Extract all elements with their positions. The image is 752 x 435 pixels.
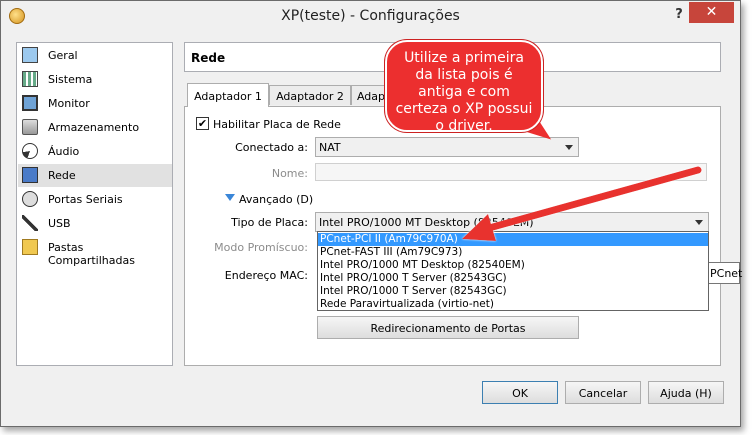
sidebar-item-monitor[interactable]: Monitor xyxy=(18,92,172,115)
dropdown-option[interactable]: PCnet-FAST III (Am79C973) xyxy=(318,246,708,259)
dropdown-option-label: Rede Paravirtualizada (virtio-net) xyxy=(320,298,494,310)
attached-to-label: Conectado a: xyxy=(235,141,308,154)
sidebar-item-label: Geral xyxy=(48,49,78,62)
dropdown-option-label: Intel PRO/1000 T Server (82543GC) xyxy=(320,285,507,297)
advanced-toggle-label[interactable]: Avançado (D) xyxy=(239,193,313,206)
chevron-down-icon xyxy=(695,220,703,225)
dropdown-option-label: PCnet-PCI II (Am79C970A) xyxy=(320,233,458,245)
sidebar-item-label: Armazenamento xyxy=(48,121,140,134)
sidebar-item-label: USB xyxy=(48,217,71,230)
enable-adapter-checkbox[interactable]: ✔ xyxy=(196,117,209,130)
general-icon xyxy=(22,47,38,63)
tab-adaptador-2[interactable]: Adaptador 2 xyxy=(269,85,351,105)
dropdown-option[interactable]: Intel PRO/1000 T Server (82543GC) xyxy=(318,285,708,298)
sidebar-item-sistema[interactable]: Sistema xyxy=(18,68,172,91)
annotation-callout: Utilize a primeira da lista pois é antig… xyxy=(385,40,543,134)
sidebar-item-label: Rede xyxy=(48,169,76,182)
tab-adaptador-1[interactable]: Adaptador 1 xyxy=(187,83,269,107)
section-title: Rede xyxy=(191,51,226,65)
window-title: XP(teste) - Configurações xyxy=(281,8,460,24)
port-forwarding-button[interactable]: Redirecionamento de Portas xyxy=(317,316,579,339)
settings-sidebar: Geral Sistema Monitor Armazenamento Áudi… xyxy=(16,42,173,366)
chevron-down-icon xyxy=(565,145,573,150)
sidebar-item-audio[interactable]: Áudio xyxy=(18,140,172,163)
tooltip-text: PCnet xyxy=(710,267,743,280)
sidebar-item-label: Sistema xyxy=(48,73,93,86)
monitor-icon xyxy=(22,95,38,111)
dropdown-option[interactable]: Intel PRO/1000 T Server (82543GC) xyxy=(318,272,708,285)
sidebar-item-label: Portas Seriais xyxy=(48,193,123,206)
dropdown-option-label: Intel PRO/1000 T Server (82543GC) xyxy=(320,272,507,284)
serial-ports-icon xyxy=(22,191,38,207)
sidebar-item-portas-seriais[interactable]: Portas Seriais xyxy=(18,188,172,211)
sidebar-item-usb[interactable]: USB xyxy=(18,212,172,235)
ok-button[interactable]: OK xyxy=(482,381,558,404)
adapter-type-select[interactable]: Intel PRO/1000 MT Desktop (82540EM) xyxy=(315,212,709,232)
promiscuous-mode-label: Modo Promíscuo: xyxy=(214,241,308,254)
sidebar-item-rede[interactable]: Rede xyxy=(18,164,172,187)
ok-label: OK xyxy=(512,387,528,400)
sidebar-item-geral[interactable]: Geral xyxy=(18,44,172,67)
adapter-type-value: Intel PRO/1000 MT Desktop (82540EM) xyxy=(319,216,534,229)
storage-icon xyxy=(22,119,38,135)
system-icon xyxy=(22,71,38,87)
tab-label: Adaptador 1 xyxy=(194,90,262,103)
attached-to-value: NAT xyxy=(319,141,341,154)
sidebar-item-label: Monitor xyxy=(48,97,90,110)
callout-text: Utilize a primeira da lista pois é antig… xyxy=(395,50,533,134)
adapter-type-dropdown: PCnet-PCI II (Am79C970A) PCnet-FAST III … xyxy=(317,231,709,311)
network-icon xyxy=(22,167,38,183)
dropdown-option-label: PCnet-FAST III (Am79C973) xyxy=(320,246,463,258)
shared-folders-icon xyxy=(22,239,38,255)
expand-triangle-icon[interactable] xyxy=(225,194,235,201)
sidebar-item-armazenamento[interactable]: Armazenamento xyxy=(18,116,172,139)
tab-label: Adaptador 2 xyxy=(276,90,344,103)
port-forwarding-label: Redirecionamento de Portas xyxy=(370,322,526,335)
name-field[interactable] xyxy=(315,163,707,181)
dropdown-option[interactable]: PCnet-PCI II (Am79C970A) xyxy=(318,233,708,246)
usb-icon xyxy=(22,215,38,231)
settings-window: XP(teste) - Configurações ? ✕ Geral Sist… xyxy=(0,0,743,427)
dropdown-option[interactable]: Intel PRO/1000 MT Desktop (82540EM) xyxy=(318,259,708,272)
sidebar-item-label: Pastas Compartilhadas xyxy=(48,241,135,267)
adapter-type-label: Tipo de Placa: xyxy=(231,216,308,229)
sidebar-item-label: Áudio xyxy=(48,145,80,158)
close-button[interactable]: ✕ xyxy=(689,2,734,23)
tooltip: PCnet xyxy=(706,262,743,284)
enable-adapter-label: Habilitar Placa de Rede xyxy=(213,118,341,131)
dropdown-option-label: Intel PRO/1000 MT Desktop (82540EM) xyxy=(320,259,525,271)
sidebar-item-pastas-compartilhadas[interactable]: Pastas Compartilhadas xyxy=(18,236,172,267)
name-label: Nome: xyxy=(271,167,308,180)
cancel-label: Cancelar xyxy=(578,387,628,400)
mac-address-label: Endereço MAC: xyxy=(224,269,308,282)
help-button[interactable]: Ajuda (H) xyxy=(648,381,724,404)
dropdown-option[interactable]: Rede Paravirtualizada (virtio-net) xyxy=(318,298,708,311)
help-label: Ajuda (H) xyxy=(660,387,712,400)
cancel-button[interactable]: Cancelar xyxy=(565,381,641,404)
help-title-button[interactable]: ? xyxy=(669,5,689,25)
audio-icon xyxy=(22,143,38,159)
title-bar[interactable]: XP(teste) - Configurações ? ✕ xyxy=(1,1,740,32)
